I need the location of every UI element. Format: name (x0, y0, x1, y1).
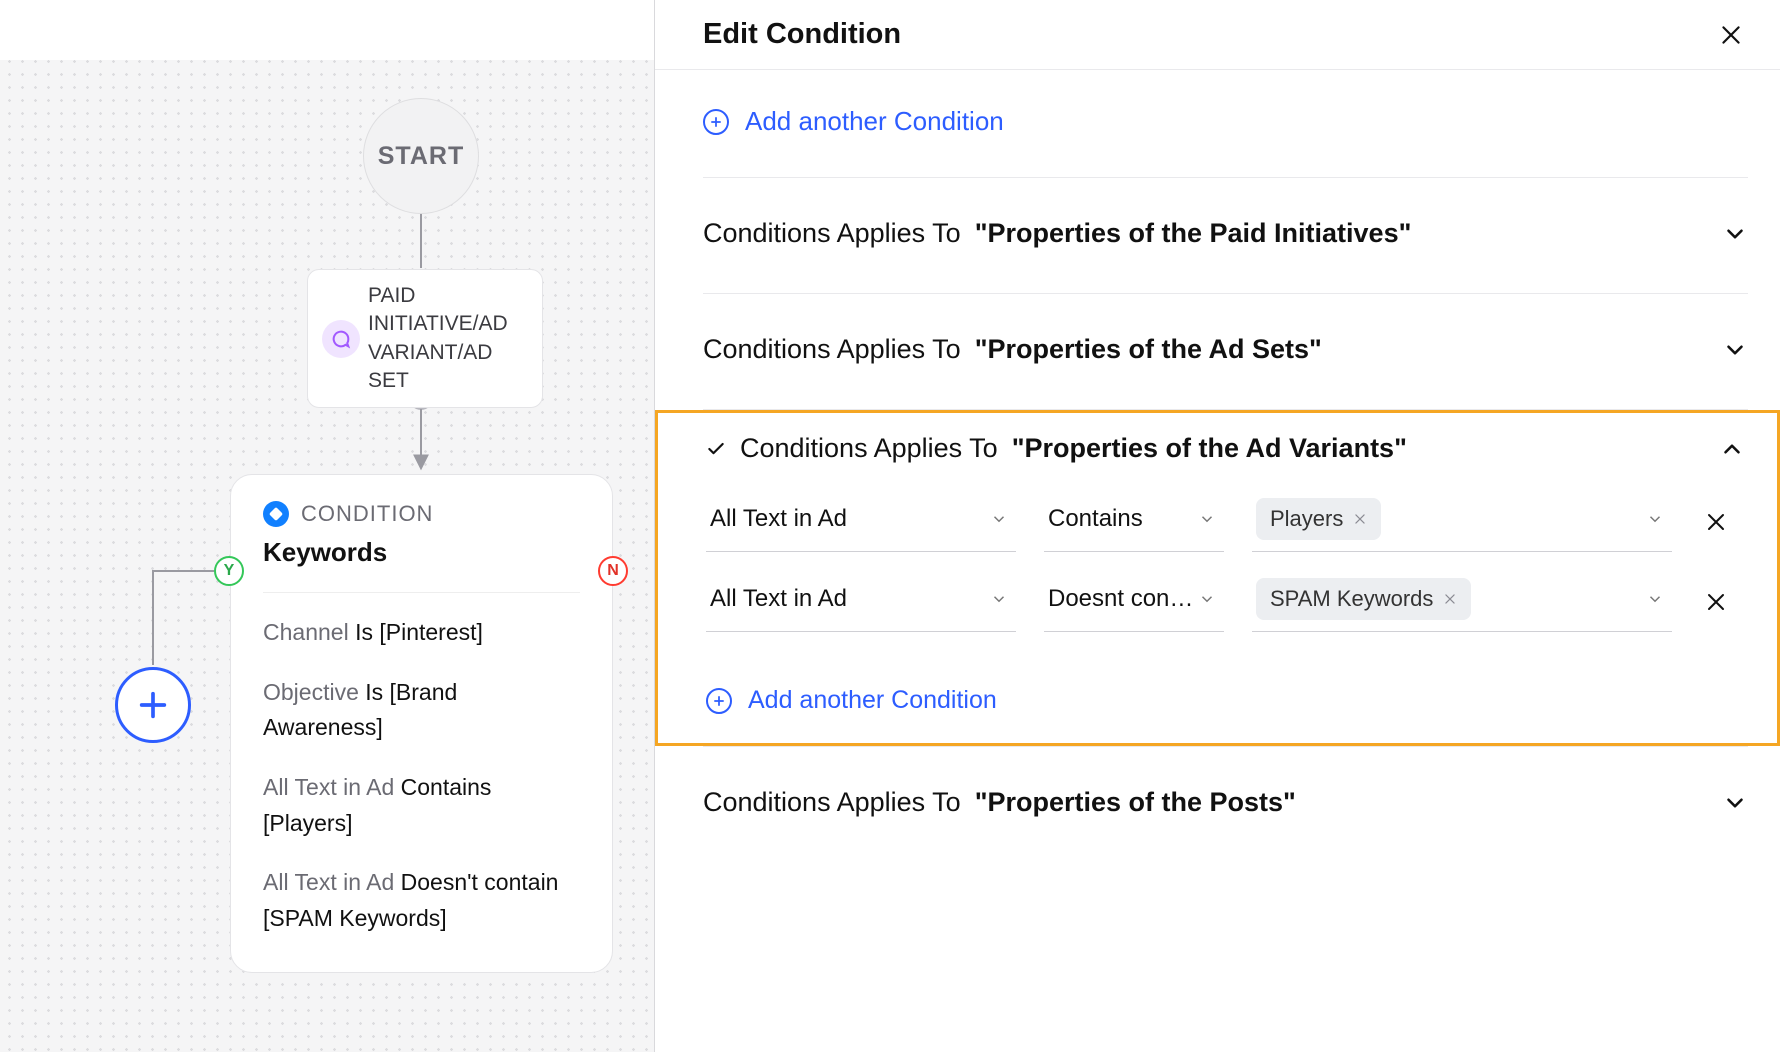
diamond-icon (263, 501, 289, 527)
condition-section-ad-sets[interactable]: Conditions Applies To "Properties of the… (703, 294, 1748, 409)
delete-row-button[interactable] (1704, 510, 1728, 539)
panel-title: Edit Condition (703, 18, 901, 51)
add-condition-label: Add another Condition (745, 106, 1004, 137)
condition-rule: Objective Is [Brand Awareness] (263, 675, 580, 746)
field-select[interactable]: All Text in Ad (706, 576, 1016, 632)
close-icon (1704, 510, 1728, 534)
value-select[interactable]: Players (1252, 496, 1672, 552)
chevron-down-icon (1646, 590, 1664, 608)
value-chip: Players (1256, 498, 1381, 540)
close-button[interactable] (1718, 22, 1744, 48)
condition-eyebrow: CONDITION (301, 501, 433, 527)
chevron-down-icon (1198, 510, 1216, 528)
add-step-button[interactable] (115, 667, 191, 743)
chevron-down-icon (1722, 221, 1748, 247)
plus-circle-icon (703, 109, 729, 135)
condition-rule: All Text in Ad Contains [Players] (263, 770, 580, 841)
value-select[interactable]: SPAM Keywords (1252, 576, 1672, 632)
check-icon (706, 439, 726, 459)
condition-section-paid-initiatives[interactable]: Conditions Applies To "Properties of the… (703, 178, 1748, 293)
chevron-up-icon[interactable] (1719, 436, 1745, 462)
condition-section-posts[interactable]: Conditions Applies To "Properties of the… (703, 747, 1748, 862)
edit-condition-panel: Edit Condition Add another Condition Con… (655, 0, 1780, 1052)
remove-chip-icon[interactable] (1443, 586, 1457, 612)
divider (263, 592, 580, 593)
chevron-down-icon (1198, 590, 1216, 608)
condition-rule: All Text in Ad Doesn't contain [SPAM Key… (263, 865, 580, 936)
chevron-down-icon (1722, 337, 1748, 363)
condition-row: All Text in Ad Doesnt con… SPAM Keywords (706, 576, 1745, 632)
start-label: START (378, 142, 464, 171)
branch-no-badge: N (598, 556, 628, 586)
add-condition-row-button[interactable]: Add another Condition (706, 656, 1745, 715)
start-node[interactable]: START (363, 98, 479, 214)
chevron-down-icon (990, 510, 1008, 528)
chevron-down-icon (990, 590, 1008, 608)
trigger-node[interactable]: PAID INITIATIVE/AD VARIANT/AD SET (307, 269, 543, 408)
delete-row-button[interactable] (1704, 590, 1728, 619)
operator-select[interactable]: Doesnt con… (1044, 576, 1224, 632)
condition-title: Keywords (263, 537, 580, 568)
plus-circle-icon (706, 688, 732, 714)
chevron-down-icon (1646, 510, 1664, 528)
chevron-down-icon (1722, 790, 1748, 816)
field-select[interactable]: All Text in Ad (706, 496, 1016, 552)
close-icon (1718, 22, 1744, 48)
chat-bubble-icon (322, 320, 360, 358)
operator-select[interactable]: Contains (1044, 496, 1224, 552)
remove-chip-icon[interactable] (1353, 506, 1367, 532)
condition-section-ad-variants: Conditions Applies To "Properties of the… (655, 410, 1780, 746)
trigger-label: PAID INITIATIVE/AD VARIANT/AD SET (368, 282, 530, 395)
condition-rule: Channel Is [Pinterest] (263, 615, 580, 651)
add-condition-button[interactable]: Add another Condition (703, 70, 1748, 177)
branch-yes-badge: Y (214, 556, 244, 586)
close-icon (1704, 590, 1728, 614)
plus-icon (136, 688, 170, 722)
condition-row: All Text in Ad Contains Players (706, 496, 1745, 552)
value-chip: SPAM Keywords (1256, 578, 1471, 620)
canvas-top-overlay (0, 0, 654, 60)
workflow-canvas[interactable]: START PAID INITIATIVE/AD VARIANT/AD SET … (0, 0, 655, 1052)
condition-node[interactable]: CONDITION Keywords Channel Is [Pinterest… (230, 474, 613, 973)
